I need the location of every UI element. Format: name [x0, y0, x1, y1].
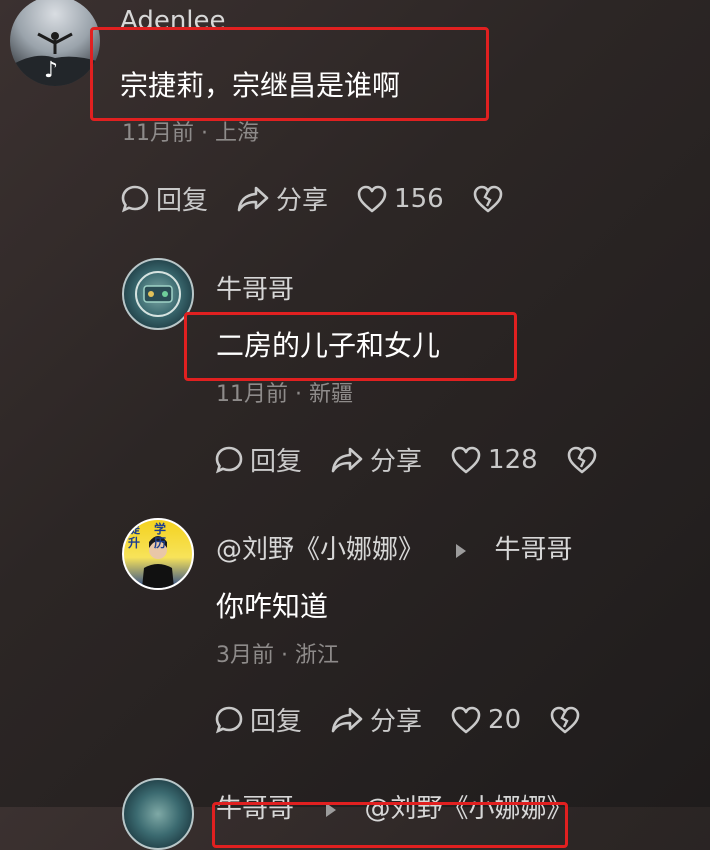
like-button[interactable]: 156 [356, 184, 444, 214]
comment-username-text: @刘野《小娜娜》 [216, 535, 425, 565]
comment-meta: 11月前 · 新疆 [216, 382, 353, 407]
comment-icon [121, 185, 149, 212]
share-button[interactable]: 分享 [330, 701, 422, 738]
share-label: 分享 [370, 707, 423, 737]
comment-content: 你咋知道 [216, 590, 329, 623]
like-button[interactable]: 128 [450, 445, 538, 475]
share-icon [331, 447, 363, 472]
comment-actions: 回复 分享 156 [120, 180, 538, 217]
share-icon [237, 186, 269, 211]
comment-actions: 回复 分享 128 [214, 441, 632, 478]
dislike-button[interactable] [549, 705, 587, 735]
broken-heart-icon [473, 185, 502, 212]
share-label: 分享 [276, 186, 329, 216]
avatar[interactable]: 提学升历 [122, 518, 194, 590]
comment-icon [215, 706, 243, 733]
reply-label: 回复 [250, 707, 303, 737]
reply-button[interactable]: 回复 [214, 441, 302, 478]
like-count: 20 [488, 704, 522, 735]
comment-icon [215, 446, 243, 473]
comment-username[interactable]: 牛哥哥 [216, 269, 294, 306]
heart-icon [451, 446, 481, 473]
like-button[interactable]: 20 [450, 705, 521, 735]
share-label: 分享 [370, 447, 423, 477]
reply-button[interactable]: 回复 [214, 701, 302, 738]
tiktok-logo-icon: ♪ [44, 58, 59, 83]
share-icon [331, 707, 363, 732]
broken-heart-icon [567, 446, 596, 473]
highlight-box [90, 27, 489, 121]
heart-icon [357, 185, 387, 212]
reply-label: 回复 [250, 447, 303, 477]
avatar-text: 提学升历 [128, 522, 181, 550]
dislike-button[interactable] [566, 445, 604, 475]
comment-username[interactable]: @刘野《小娜娜》 牛哥哥 [216, 529, 573, 566]
heart-icon [451, 706, 481, 733]
broken-heart-icon [550, 706, 580, 733]
avatar[interactable] [122, 778, 194, 850]
share-button[interactable]: 分享 [236, 180, 328, 217]
highlight-box [184, 312, 517, 381]
dislike-button[interactable] [472, 184, 510, 214]
reply-arrow-icon [456, 543, 467, 558]
reply-to-username[interactable]: 牛哥哥 [495, 535, 573, 565]
share-button[interactable]: 分享 [330, 441, 422, 478]
highlight-box [212, 802, 568, 848]
comment-actions: 回复 分享 20 [214, 701, 615, 738]
like-count: 156 [394, 183, 444, 214]
comment-meta: 11月前 · 上海 [122, 121, 259, 146]
like-count: 128 [488, 444, 538, 475]
reply-label: 回复 [156, 186, 209, 216]
comment-meta: 3月前 · 浙江 [216, 643, 339, 668]
reply-button[interactable]: 回复 [120, 180, 208, 217]
